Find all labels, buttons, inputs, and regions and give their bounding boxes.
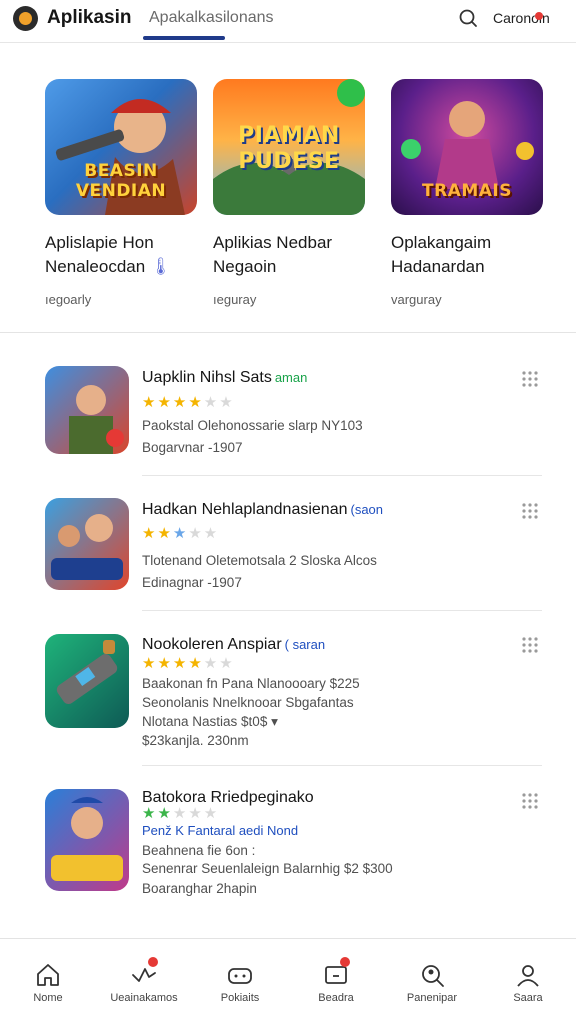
featured-thumbnail[interactable]: BEASIN VENDIAN <box>45 79 197 215</box>
rating-stars: ★★★★★ <box>142 805 220 822</box>
thermometer-icon: 🌡 <box>149 257 172 276</box>
search-person-icon <box>422 965 444 987</box>
section-divider <box>0 332 576 333</box>
app-description: Paokstal Olehonossarie slarp NY103 <box>142 418 363 433</box>
app-tags: Penž K Fantaral aedi Nond <box>142 823 299 838</box>
featured-category: varguray <box>391 292 442 307</box>
notification-badge <box>148 957 158 967</box>
gamepad-icon <box>228 968 252 984</box>
profile-icon <box>517 965 539 987</box>
app-meta: Bogarvnar -1907 <box>142 440 243 455</box>
thumbnail-title: BEASIN VENDIAN <box>75 161 167 201</box>
featured-thumbnail[interactable]: TRAMAIS <box>391 79 543 215</box>
more-dots-icon[interactable] <box>521 636 539 654</box>
nav-label: Saara <box>513 992 543 1004</box>
more-dots-icon[interactable] <box>521 370 539 388</box>
app-meta: Edinagnar -1907 <box>142 575 242 590</box>
app-meta: $23kanjla. 230nm <box>142 733 249 748</box>
nav-item-profile[interactable]: Saara <box>480 939 576 1025</box>
app-price: Nlotana Nastias $t0$ ▾ <box>142 714 278 729</box>
app-icon[interactable] <box>45 366 129 454</box>
rating-stars: ★★★★★★ <box>142 655 235 672</box>
featured-category: ıeguray <box>213 292 257 307</box>
nav-item-activity[interactable]: Ueainakamos <box>96 939 192 1025</box>
nav-label: Beadra <box>318 992 354 1004</box>
app-title: Uapklin Nihsl Sats aman <box>142 369 308 386</box>
active-tab-indicator <box>143 36 225 40</box>
featured-section: BEASIN VENDIAN Aplislapie Hon Nenaleocda… <box>0 79 576 329</box>
app-icon[interactable] <box>45 498 129 590</box>
notification-badge <box>340 957 350 967</box>
nav-item-inbox[interactable]: Beadra <box>288 939 384 1025</box>
app-description: Beahnena fie 6on : <box>142 843 256 858</box>
thumbnail-title: TRAMAIS <box>422 181 512 201</box>
row-divider <box>142 475 542 476</box>
nav-label: Ueainakamos <box>110 992 178 1004</box>
bottom-nav: Nome Ueainakamos Pokiaits Beadra Panenip… <box>0 938 576 1025</box>
search-icon[interactable] <box>458 8 478 28</box>
rating-stars: ★★★★★ <box>142 525 220 542</box>
notification-dot <box>535 12 543 20</box>
app-description: Tlotenand Oletemotsala 2 Sloska Alcos <box>142 553 377 568</box>
app-icon[interactable] <box>45 789 129 891</box>
featured-name: Oplakangaim Hadanardan <box>391 233 492 276</box>
nav-label: Nome <box>33 992 63 1004</box>
tab-apps[interactable]: Apakalkasilonans <box>149 9 274 27</box>
featured-card[interactable]: PIAMAN PUDESE Aplikias Nedbar Negaoin ıe… <box>213 79 373 307</box>
app-title: Aplikasin <box>47 7 132 28</box>
top-bar: Aplikasin Apakalkasilonans Caronoin <box>0 0 576 43</box>
featured-name: Aplislapie Hon Nenaleocdan 🌡 <box>45 233 172 276</box>
featured-thumbnail[interactable]: PIAMAN PUDESE <box>213 79 365 215</box>
app-description-2: Senenrar Seuenlaleign Balarnhig $2 $300 <box>142 861 393 876</box>
app-description-2: Seonolanis Nnelknooar Sbgafantas <box>142 695 354 710</box>
more-dots-icon[interactable] <box>521 502 539 520</box>
app-title: Hadkan Nehlaplandnasienan (saon <box>142 501 384 518</box>
featured-category: ıegoarly <box>45 292 92 307</box>
app-icon[interactable] <box>45 634 129 728</box>
nav-label: Panenipar <box>406 992 458 1004</box>
featured-name: Aplikias Nedbar Negaoin <box>213 233 333 276</box>
more-dots-icon[interactable] <box>521 792 539 810</box>
app-description: Baakonan fn Pana Nlanoooary $225 <box>142 676 360 691</box>
app-title: Nookoleren Anspiar( saran <box>142 636 326 653</box>
nav-label: Pokiaits <box>220 992 260 1004</box>
nav-item-games[interactable]: Pokiaits <box>192 939 288 1025</box>
featured-card[interactable]: BEASIN VENDIAN Aplislapie Hon Nenaleocda… <box>45 79 205 307</box>
thumbnail-title: PIAMAN PUDESE <box>238 123 340 174</box>
row-divider <box>142 610 542 611</box>
home-icon <box>37 964 59 986</box>
nav-item-search[interactable]: Panenipar <box>384 939 480 1025</box>
row-divider <box>142 765 542 766</box>
featured-card[interactable]: TRAMAIS Oplakangaim Hadanardan varguray <box>391 79 551 307</box>
app-meta: Boaranghar 2hapin <box>142 881 257 896</box>
rating-stars: ★★★★★★ <box>142 394 235 411</box>
app-logo-icon[interactable] <box>13 6 38 31</box>
nav-item-home[interactable]: Nome <box>0 939 96 1025</box>
